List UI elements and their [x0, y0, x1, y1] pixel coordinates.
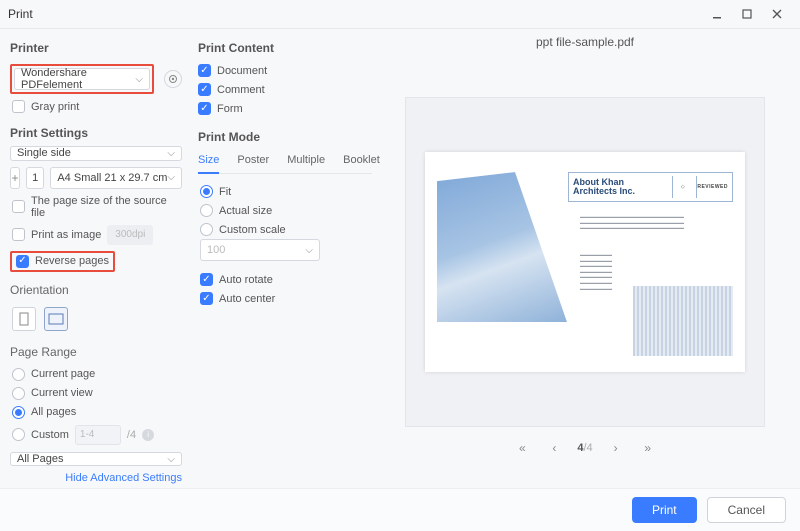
dpi-field: 300dpi [107, 225, 153, 245]
preview-filename: ppt file-sample.pdf [536, 35, 634, 49]
paper-size-value: A4 Small 21 x 29.7 cm [57, 172, 167, 184]
custom-range-input[interactable]: 1-4 [75, 425, 121, 445]
orientation-landscape[interactable] [44, 307, 68, 331]
dialog-footer: Print Cancel [0, 488, 800, 531]
printer-settings-gear-icon[interactable] [164, 70, 182, 88]
pager-last-icon[interactable]: » [639, 441, 657, 455]
gray-print-checkbox[interactable] [12, 100, 25, 113]
auto-rotate-label: Auto rotate [219, 274, 273, 286]
custom-scale-radio[interactable] [200, 223, 213, 236]
pager-prev-icon[interactable]: ‹ [545, 441, 563, 455]
actual-size-radio[interactable] [200, 204, 213, 217]
current-page-radio[interactable] [12, 368, 25, 381]
pager-next-icon[interactable]: › [607, 441, 625, 455]
all-pages-radio[interactable] [12, 406, 25, 419]
reverse-pages-highlight: Reverse pages [10, 251, 115, 272]
printer-select-highlight: Wondershare PDFelement ⌵ [10, 64, 154, 94]
orientation-section-label: Orientation [10, 283, 182, 297]
preview-reviewed-badge: REVIEWED [696, 176, 728, 198]
print-mode-section-label: Print Mode [198, 130, 372, 144]
printer-select[interactable]: Wondershare PDFelement ⌵ [14, 68, 150, 90]
cancel-button[interactable]: Cancel [707, 497, 786, 523]
sides-select[interactable]: Single side ⌵ [10, 146, 182, 161]
copies-stepper[interactable]: + [10, 167, 20, 189]
gray-print-label: Gray print [31, 101, 79, 113]
printer-selected-value: Wondershare PDFelement [21, 67, 135, 91]
tab-poster[interactable]: Poster [237, 150, 269, 173]
sides-value: Single side [17, 147, 71, 159]
source-size-checkbox[interactable] [12, 200, 25, 213]
all-pages-label: All pages [31, 406, 76, 418]
preview-pager: « ‹ 4/4 › » [513, 441, 656, 455]
mode-tabs: Size Poster Multiple Booklet [198, 150, 372, 174]
page-subset-value: All Pages [17, 453, 63, 465]
page-range-section-label: Page Range [10, 345, 182, 359]
current-view-label: Current view [31, 387, 93, 399]
preview-image-left [437, 172, 567, 322]
preview-doc-title: About Khan Architects Inc. [573, 178, 668, 197]
reverse-pages-label: Reverse pages [35, 255, 109, 267]
fit-radio[interactable] [200, 185, 213, 198]
paper-size-select[interactable]: A4 Small 21 x 29.7 cm ⌵ [50, 167, 182, 189]
scale-input[interactable]: 100 ⌵ [200, 239, 320, 261]
form-label: Form [217, 103, 243, 115]
source-size-label: The page size of the source file [31, 195, 182, 219]
current-page-label: Current page [31, 368, 95, 380]
tab-booklet[interactable]: Booklet [343, 150, 380, 173]
chevron-down-icon: ⌵ [135, 74, 143, 85]
comment-label: Comment [217, 84, 265, 96]
chevron-down-icon: ⌵ [167, 148, 175, 159]
custom-range-label: Custom [31, 429, 69, 441]
print-content-section-label: Print Content [198, 41, 372, 55]
hide-advanced-link[interactable]: Hide Advanced Settings [10, 472, 182, 484]
copies-input[interactable]: 1 [26, 167, 44, 189]
chevron-down-icon: ⌵ [167, 454, 175, 465]
custom-range-radio[interactable] [12, 428, 25, 441]
form-checkbox[interactable] [198, 102, 211, 115]
orientation-portrait[interactable] [12, 307, 36, 331]
preview-header-box: About Khan Architects Inc. ◇ REVIEWED [568, 172, 733, 202]
comment-checkbox[interactable] [198, 83, 211, 96]
auto-center-checkbox[interactable] [200, 292, 213, 305]
current-view-radio[interactable] [12, 387, 25, 400]
preview-image-right [633, 286, 733, 356]
reverse-pages-checkbox[interactable] [16, 255, 29, 268]
chevron-down-icon: ⌵ [305, 245, 313, 256]
titlebar: Print [0, 0, 800, 29]
info-icon: i [142, 429, 154, 441]
print-as-image-label: Print as image [31, 229, 101, 241]
document-label: Document [217, 65, 267, 77]
tab-multiple[interactable]: Multiple [287, 150, 325, 173]
print-button[interactable]: Print [632, 497, 697, 523]
custom-scale-label: Custom scale [219, 224, 286, 236]
print-as-image-checkbox[interactable] [12, 228, 25, 241]
actual-size-label: Actual size [219, 205, 272, 217]
print-settings-section-label: Print Settings [10, 126, 182, 140]
fit-label: Fit [219, 186, 231, 198]
auto-center-label: Auto center [219, 293, 275, 305]
page-subset-select[interactable]: All Pages ⌵ [10, 452, 182, 467]
document-checkbox[interactable] [198, 64, 211, 77]
auto-rotate-checkbox[interactable] [200, 273, 213, 286]
scale-value: 100 [207, 244, 225, 256]
chevron-down-icon: ⌵ [167, 172, 175, 183]
preview-page: About Khan Architects Inc. ◇ REVIEWED ▬▬… [425, 152, 745, 372]
close-button[interactable] [762, 4, 792, 24]
preview-logo-icon: ◇ [672, 176, 692, 198]
maximize-button[interactable] [732, 4, 762, 24]
pager-first-icon[interactable]: « [513, 441, 531, 455]
range-total: /4 [127, 429, 136, 441]
minimize-button[interactable] [702, 4, 732, 24]
tab-size[interactable]: Size [198, 150, 219, 174]
printer-section-label: Printer [10, 41, 182, 55]
preview-paragraph: ▬▬▬▬▬▬▬▬▬▬▬▬▬▬▬▬▬▬▬▬▬▬▬▬▬▬▬▬▬▬▬▬▬▬▬▬▬▬▬▬… [580, 214, 733, 231]
window-title: Print [8, 7, 33, 21]
preview-paragraph-left: ▬▬▬▬▬▬▬▬▬▬▬▬▬▬▬▬▬▬▬▬▬▬▬▬▬▬▬▬▬▬▬▬▬▬▬▬▬▬▬▬… [580, 252, 635, 291]
preview-area: About Khan Architects Inc. ◇ REVIEWED ▬▬… [405, 97, 765, 427]
pager-total: /4 [583, 442, 592, 454]
